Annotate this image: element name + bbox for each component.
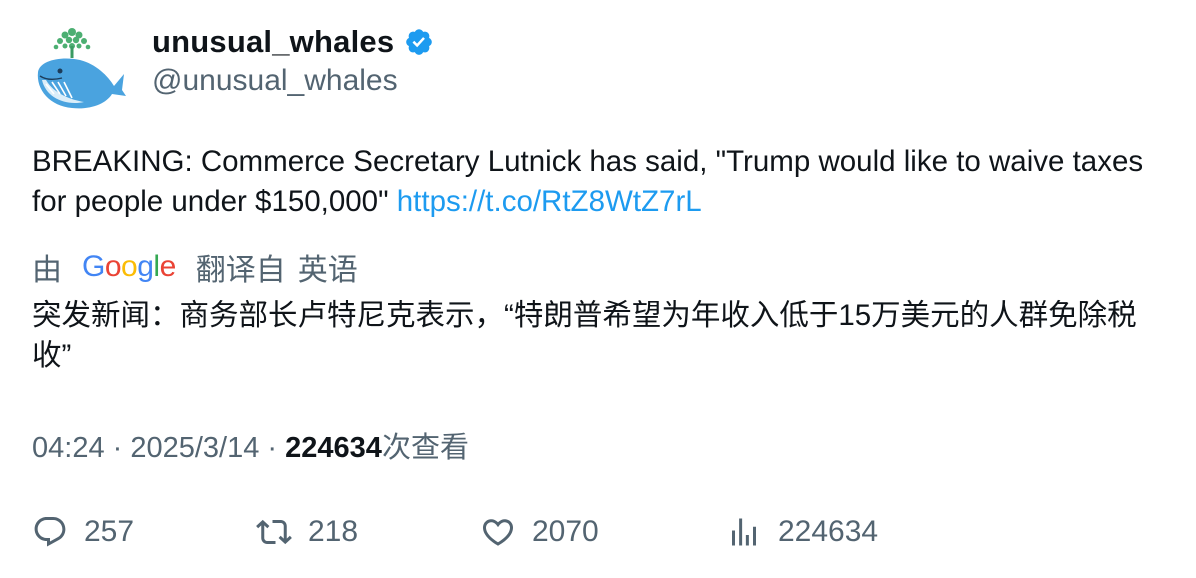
analytics-icon bbox=[732, 518, 756, 546]
translated-from-label: 翻译自 bbox=[195, 254, 286, 287]
author-names: unusual_whales @unusual_whales bbox=[152, 22, 434, 98]
like-button[interactable]: 2070 bbox=[480, 508, 599, 556]
avatar[interactable] bbox=[32, 24, 128, 114]
display-name[interactable]: unusual_whales bbox=[152, 24, 394, 60]
tweet-time[interactable]: 04:24 bbox=[32, 432, 105, 464]
meta-separator: · bbox=[259, 432, 286, 464]
action-bar: 257 218 2070 224634 bbox=[32, 508, 1162, 556]
tweet-meta: 04:24 · 2025/3/14 · 224634次查看 bbox=[32, 424, 469, 466]
meta-separator: · bbox=[104, 432, 131, 464]
reply-icon bbox=[34, 517, 66, 547]
views-count: 224634 bbox=[285, 432, 382, 464]
google-logo-icon: Google bbox=[82, 250, 176, 283]
verified-badge-icon bbox=[404, 27, 434, 57]
retweet-icon bbox=[256, 519, 292, 545]
reply-button[interactable]: 257 bbox=[32, 508, 134, 556]
translated-by-label: 由 bbox=[32, 254, 62, 287]
source-language: 英语 bbox=[297, 254, 358, 287]
tweet-link[interactable]: https://t.co/RtZ8WtZ7rL bbox=[397, 185, 702, 218]
retweet-count: 218 bbox=[308, 515, 359, 548]
display-name-row: unusual_whales bbox=[152, 22, 434, 62]
translation-attribution[interactable]: 由 Google 翻译自 英语 bbox=[32, 246, 358, 288]
views-count-action: 224634 bbox=[778, 515, 879, 548]
views-label: 次查看 bbox=[381, 432, 469, 464]
reply-count: 257 bbox=[84, 515, 135, 548]
heart-icon bbox=[482, 519, 514, 546]
whale-logo-icon bbox=[37, 28, 126, 109]
like-count: 2070 bbox=[532, 515, 599, 548]
views-button[interactable]: 224634 bbox=[726, 508, 878, 556]
tweet-date[interactable]: 2025/3/14 bbox=[130, 432, 259, 464]
translated-text: 突发新闻：商务部长卢特尼克表示，“特朗普希望为年收入低于15万美元的人群免除税收… bbox=[32, 299, 1137, 372]
retweet-button[interactable]: 218 bbox=[256, 508, 358, 556]
tweet-header: unusual_whales @unusual_whales bbox=[32, 22, 1162, 112]
author-handle[interactable]: @unusual_whales bbox=[152, 64, 434, 98]
tweet-text: BREAKING: Commerce Secretary Lutnick has… bbox=[32, 142, 1167, 222]
